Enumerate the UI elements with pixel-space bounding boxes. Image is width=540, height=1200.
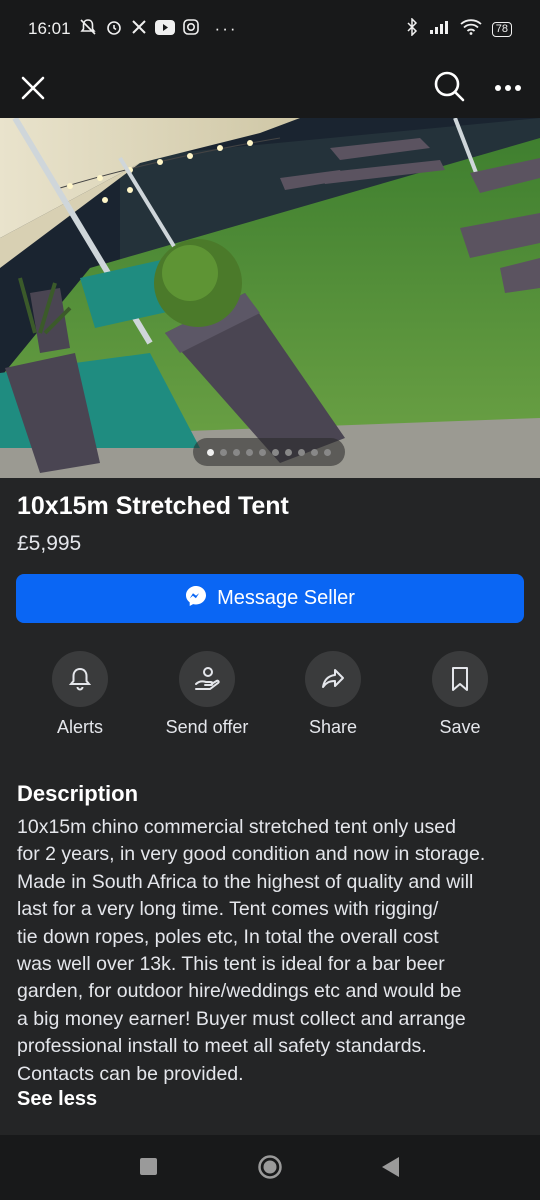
description-line: 10x15m chino commercial stretched tent o… xyxy=(17,816,456,838)
gallery-dot[interactable] xyxy=(311,448,318,456)
system-nav-bar xyxy=(0,1135,540,1200)
description-line: professional install to meet all safety … xyxy=(17,1035,427,1058)
x-icon xyxy=(131,19,147,39)
listing-title: 10x15m Stretched Tent xyxy=(17,492,289,520)
gallery-dot[interactable] xyxy=(259,448,266,456)
gallery-pagination[interactable] xyxy=(193,438,345,466)
action-row: Alerts Send offer Share Save xyxy=(0,651,540,741)
description-text: 10x15m chino commercial stretched tent o… xyxy=(17,814,527,1088)
alerts-button[interactable]: Alerts xyxy=(20,651,140,738)
bluetooth-icon xyxy=(406,17,418,40)
bookmark-icon xyxy=(432,651,488,707)
save-label: Save xyxy=(439,717,481,737)
alerts-label: Alerts xyxy=(56,717,103,737)
send-offer-button[interactable]: Send offer xyxy=(147,651,267,738)
instagram-icon xyxy=(182,19,199,39)
signal-icon xyxy=(428,19,450,39)
recents-icon[interactable] xyxy=(140,1158,157,1180)
share-button[interactable]: Share xyxy=(273,651,393,738)
gallery-dot[interactable] xyxy=(298,448,305,456)
back-icon[interactable] xyxy=(382,1157,400,1182)
listing-price: £5,995 xyxy=(17,532,82,555)
youtube-icon xyxy=(154,19,175,39)
description-heading: Description xyxy=(17,781,139,806)
description-line: Made in South Africa to the highest of q… xyxy=(17,870,474,893)
status-bar: 16:01 ··· 78 xyxy=(0,0,540,58)
description-line: a big money earner! Buyer must collect a… xyxy=(17,1007,466,1030)
gallery-dot[interactable] xyxy=(246,448,253,456)
share-label: Share xyxy=(308,717,358,737)
offer-icon xyxy=(179,651,235,707)
description-line: garden, for outdoor hire/weddings etc an… xyxy=(17,980,462,1003)
description-line: was well over 13k. This tent is ideal fo… xyxy=(17,953,445,976)
wifi-icon xyxy=(460,19,482,39)
bell-off-icon xyxy=(79,18,97,40)
alarm-icon xyxy=(105,18,123,40)
search-icon[interactable] xyxy=(432,69,466,108)
description-line: tie down ropes, poles etc, In total the … xyxy=(17,925,439,948)
gallery-dot[interactable] xyxy=(324,448,331,456)
gallery-dot[interactable] xyxy=(220,448,227,456)
gallery-dot[interactable] xyxy=(233,448,240,456)
home-icon[interactable] xyxy=(257,1154,283,1185)
gallery-dot[interactable] xyxy=(285,448,292,456)
more-notifications: ··· xyxy=(214,19,238,38)
description-line: Contacts can be provided. xyxy=(17,1062,244,1085)
see-less-link[interactable]: See less xyxy=(17,1088,97,1111)
save-button[interactable]: Save xyxy=(400,651,520,738)
message-seller-label: Message Seller xyxy=(217,587,355,609)
messenger-icon xyxy=(185,585,207,613)
more-horizontal-icon[interactable] xyxy=(494,79,522,97)
status-time: 16:01 xyxy=(28,19,71,38)
app-bar xyxy=(0,58,540,118)
description-line: last for a very long time. Tent comes wi… xyxy=(17,898,439,921)
share-icon xyxy=(305,651,361,707)
gallery-dot[interactable] xyxy=(207,448,214,456)
gallery-dot[interactable] xyxy=(272,448,279,456)
listing-photo[interactable] xyxy=(0,118,540,478)
description-line: for 2 years, in very good condition and … xyxy=(17,843,486,866)
send-offer-label: Send offer xyxy=(165,717,249,737)
close-icon[interactable] xyxy=(18,73,48,103)
message-seller-button[interactable]: Message Seller xyxy=(16,574,524,623)
bell-icon xyxy=(52,651,108,707)
battery-indicator: 78 xyxy=(491,21,512,37)
